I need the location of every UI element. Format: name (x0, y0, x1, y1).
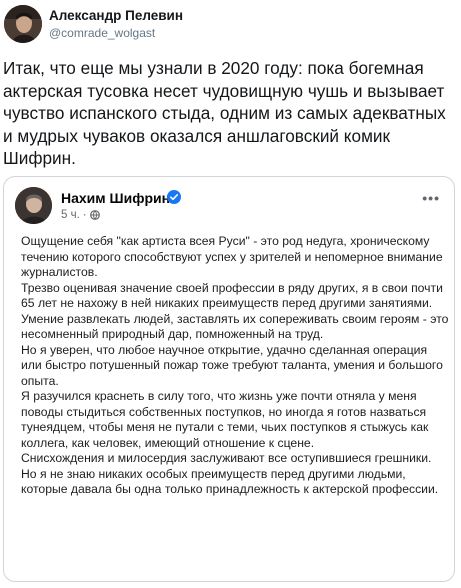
author-avatar[interactable] (4, 5, 42, 43)
embed-paragraph: Но я уверен, что любое научное открытие,… (21, 342, 443, 388)
embed-body: Ощущение себя "как артиста всея Руси" - … (21, 234, 449, 498)
tweet-text: Итак, что еще мы узнали в 2020 году: пок… (3, 58, 446, 169)
embed-paragraph: Я разучился краснеть в силу того, что жи… (21, 389, 429, 450)
embed-author-avatar[interactable] (15, 187, 52, 224)
post-time[interactable]: 5 ч. (61, 209, 80, 221)
embedded-post-card[interactable]: Нахим Шифрин 5 ч. · ••• Ощущение себя "к… (3, 176, 455, 582)
more-options-icon[interactable]: ••• (422, 191, 440, 205)
author-handle[interactable]: @comrade_wolgast (49, 26, 155, 40)
embed-paragraph: Снисхождения и милосердия заслуживают вс… (21, 451, 439, 496)
globe-icon (89, 210, 100, 220)
tweet: Александр Пелевин @comrade_wolgast Итак,… (0, 0, 461, 588)
embed-meta: 5 ч. · (61, 209, 100, 221)
embed-paragraph: Ощущение себя "как артиста всея Руси" - … (21, 234, 443, 279)
verified-check-icon (167, 190, 181, 204)
meta-separator: · (82, 209, 87, 221)
embed-author-name[interactable]: Нахим Шифрин (61, 190, 170, 206)
author-name[interactable]: Александр Пелевин (49, 8, 183, 23)
embed-paragraph: Трезво оценивая значение своей профессии… (21, 280, 449, 342)
